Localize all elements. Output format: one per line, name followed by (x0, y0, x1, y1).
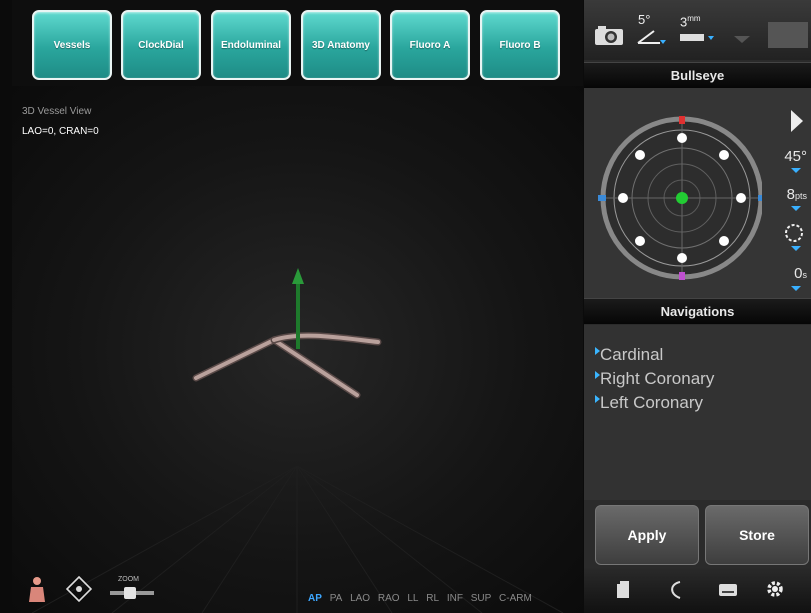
apply-button[interactable]: Apply (595, 505, 699, 565)
view-lao[interactable]: LAO (350, 593, 370, 604)
tab-fluoro-a[interactable]: Fluoro A (390, 10, 470, 80)
toolbar-extra-button[interactable] (768, 22, 808, 48)
tab-vessels[interactable]: Vessels (32, 10, 112, 80)
app-window: Vessels ClockDial Endoluminal 3D Anatomy… (0, 0, 811, 613)
view-presets: AP PA LAO RAO LL RL INF SUP C-ARM (308, 593, 537, 604)
body-figure-icon[interactable] (26, 576, 48, 604)
right-panel: 5° 3mm Bullseye 45° 8pts 0s Navigations … (584, 0, 811, 613)
zoom-label: ZOOM (118, 576, 139, 583)
vessel-3d-viewport[interactable]: 3D Vessel View LAO=0, CRAN=0 ZOOM AP PA … (12, 86, 583, 613)
bullseye-angle-value[interactable]: 45° (784, 148, 807, 165)
tab-label: Fluoro A (409, 39, 451, 51)
bullseye-header: Bullseye (584, 62, 811, 88)
angle-step-value[interactable]: 5° (638, 12, 650, 27)
zoom-slider[interactable] (110, 586, 154, 600)
view-rl[interactable]: RL (426, 593, 439, 604)
play-icon[interactable] (791, 110, 803, 132)
view-rao[interactable]: RAO (378, 593, 400, 604)
curve-tool-icon[interactable] (666, 580, 684, 600)
tab-3d-anatomy[interactable]: 3D Anatomy (301, 10, 381, 80)
navigations-list: Cardinal Right Coronary Left Coronary (584, 325, 811, 500)
pan-control-icon[interactable] (66, 576, 92, 602)
nav-item-left-coronary[interactable]: Left Coronary (595, 393, 703, 413)
more-dropdown-icon[interactable] (734, 36, 750, 43)
size-value[interactable]: 3mm (680, 14, 701, 29)
angle-dropdown-icon[interactable] (791, 168, 801, 173)
navigations-header: Navigations (584, 298, 811, 324)
points-dropdown-icon[interactable] (791, 206, 801, 211)
nav-item-cardinal[interactable]: Cardinal (594, 345, 663, 365)
viewport-angle-readout: LAO=0, CRAN=0 (22, 126, 99, 137)
angle-step-icon[interactable] (636, 28, 666, 46)
rotation-dropdown-icon[interactable] (791, 246, 801, 251)
view-sup[interactable]: SUP (471, 593, 492, 604)
nav-item-right-coronary[interactable]: Right Coronary (594, 369, 714, 389)
bottom-toolbar (584, 568, 811, 613)
view-inf[interactable]: INF (447, 593, 463, 604)
keyboard-icon[interactable] (718, 583, 738, 597)
tab-fluoro-b[interactable]: Fluoro B (480, 10, 560, 80)
tab-label: ClockDial (138, 39, 184, 51)
tab-endoluminal[interactable]: Endoluminal (211, 10, 291, 80)
time-dropdown-icon[interactable] (791, 286, 801, 291)
viewport-title: 3D Vessel View (22, 106, 92, 117)
view-pa[interactable]: PA (330, 593, 343, 604)
bullseye-dial[interactable] (592, 92, 762, 292)
bullseye-panel: 45° 8pts 0s (584, 88, 811, 298)
bullseye-points-value[interactable]: 8pts (787, 186, 807, 203)
floor-grid (31, 268, 564, 613)
tab-label: Fluoro B (499, 39, 541, 51)
bullseye-time-value[interactable]: 0s (794, 265, 807, 282)
tab-label: Endoluminal (221, 39, 281, 51)
tab-label: 3D Anatomy (312, 39, 370, 51)
view-ap[interactable]: AP (308, 593, 322, 604)
view-c-arm[interactable]: C-ARM (499, 593, 532, 604)
view-ll[interactable]: LL (407, 593, 418, 604)
camera-icon[interactable] (594, 24, 624, 46)
gear-icon[interactable] (764, 578, 786, 600)
tab-clockdial[interactable]: ClockDial (121, 10, 201, 80)
tab-label: Vessels (53, 39, 91, 51)
export-icon[interactable] (614, 580, 632, 600)
store-button[interactable]: Store (705, 505, 809, 565)
ruler-icon[interactable] (680, 32, 716, 44)
vessel-model (192, 332, 382, 399)
view-tab-bar: Vessels ClockDial Endoluminal 3D Anatomy… (12, 0, 583, 86)
rotation-mode-icon[interactable] (783, 222, 805, 244)
right-toolbar: 5° 3mm (584, 0, 811, 60)
bullseye-center-point (676, 192, 688, 204)
